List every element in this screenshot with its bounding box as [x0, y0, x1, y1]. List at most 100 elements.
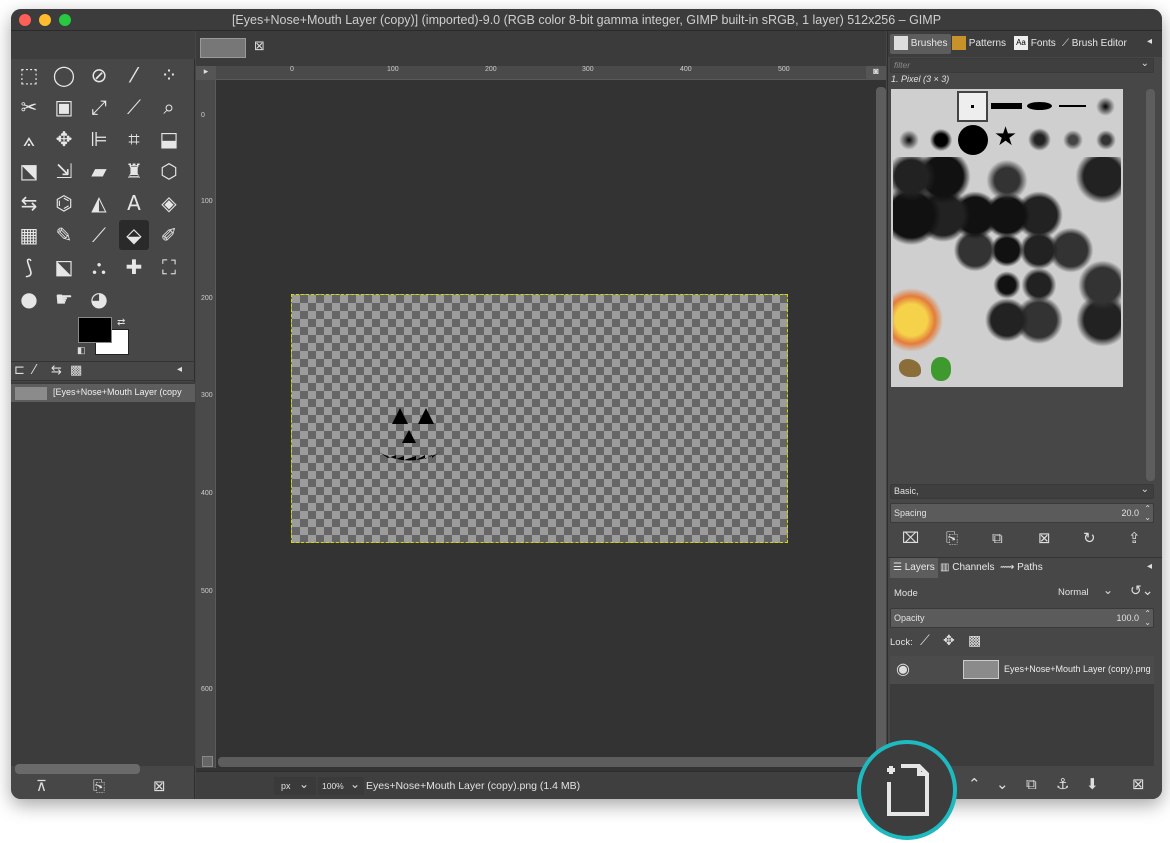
image-tab-thumbnail[interactable]	[200, 38, 246, 58]
lock-pixels-icon[interactable]: ⟋	[920, 633, 930, 649]
foreground-select-icon[interactable]: ▣	[49, 92, 79, 122]
eraser-tool-icon[interactable]: ⬙	[119, 220, 149, 250]
duplicate-layer-button[interactable]: ⧉	[1026, 775, 1037, 793]
brush-item[interactable]	[957, 124, 988, 155]
merge-layer-button[interactable]: ⬇	[1086, 775, 1099, 793]
zoom-select[interactable]: 100% ⌄	[318, 777, 364, 795]
blur-sharpen-icon[interactable]: ●	[14, 284, 44, 314]
brush-item[interactable]	[925, 124, 956, 155]
refresh-brushes-button[interactable]: ↻	[1083, 529, 1096, 547]
brush-item[interactable]	[1057, 91, 1088, 122]
delete-layer-button[interactable]: ⊠	[1132, 775, 1145, 793]
chevron-down-icon[interactable]: ⌄	[1141, 484, 1149, 495]
brush-item[interactable]	[1090, 124, 1121, 155]
layer-mode-select[interactable]: Normal ⌄	[1048, 583, 1126, 603]
brush-item[interactable]	[1024, 91, 1055, 122]
bucket-fill-icon[interactable]: ◈	[154, 188, 184, 218]
configure-tab-icon[interactable]: ◂	[177, 364, 182, 375]
unified-transform-icon[interactable]: ⬓	[154, 124, 184, 154]
mypaint-brush-icon[interactable]: ⬕	[49, 252, 79, 282]
tab-channels[interactable]: ▥ Channels	[940, 558, 995, 578]
zoom-lock-icon[interactable]: ◙	[866, 66, 886, 80]
gradient-tool-icon[interactable]: ▦	[14, 220, 44, 250]
heal-tool-icon[interactable]: ✚	[119, 252, 149, 282]
measure-icon[interactable]: ⟑	[14, 124, 44, 154]
cage-transform-icon[interactable]: ⌬	[49, 188, 79, 218]
eye-icon[interactable]: ◉	[896, 659, 910, 679]
highlighted-new-layer-button[interactable]	[857, 740, 957, 840]
duplicate-brush-button[interactable]: ⧉	[992, 529, 1003, 547]
rect-select-icon[interactable]: ⬚	[14, 60, 44, 90]
open-brush-as-image-button[interactable]: ⇪	[1128, 529, 1141, 547]
brush-item[interactable]	[991, 91, 1022, 122]
pencil-tool-icon[interactable]: ✎	[49, 220, 79, 250]
delete-image-button[interactable]: ⊠	[153, 777, 166, 795]
tab-paths[interactable]: ⟿ Paths	[1000, 558, 1043, 578]
unit-select[interactable]: px ⌄	[274, 777, 316, 795]
brush-item-gimp-mascot[interactable]	[893, 353, 924, 384]
horizontal-scrollbar[interactable]	[218, 757, 873, 767]
image-list-item[interactable]: [Eyes+Nose+Mouth Layer (copy	[11, 384, 195, 402]
align-tool-icon[interactable]: ⊫	[84, 124, 114, 154]
vertical-scrollbar[interactable]	[876, 87, 886, 757]
tab-layers[interactable]: ☰ Layers	[890, 558, 938, 578]
configure-dock-icon[interactable]: ◂	[1147, 561, 1152, 572]
brush-item[interactable]	[1090, 91, 1121, 122]
text-tool-icon[interactable]: A	[119, 188, 149, 218]
smudge-tool-icon[interactable]: ☛	[49, 284, 79, 314]
free-select-icon[interactable]: ⊘	[84, 60, 114, 90]
shear-tool-icon[interactable]: ▰	[84, 156, 114, 186]
anchor-layer-button[interactable]: ⚓	[1056, 775, 1069, 793]
fuzzy-select-icon[interactable]: ⁄	[119, 60, 149, 90]
tab-brushes[interactable]: Brushes	[890, 34, 952, 54]
paintbrush-tool-icon[interactable]: ⟋	[84, 220, 114, 250]
brush-item-pepper[interactable]	[925, 353, 956, 384]
spacing-slider[interactable]: Spacing 20.0 ⌃ ⌄	[890, 503, 1154, 523]
flip-tool-icon[interactable]: ⇆	[14, 188, 44, 218]
spin-arrows-icon[interactable]: ⌃ ⌄	[1144, 609, 1151, 627]
default-colors-icon[interactable]: ◧	[77, 345, 86, 356]
mode-switch-icon[interactable]: ↺⌄	[1130, 583, 1153, 599]
rotate-tool-icon[interactable]: ⬔	[14, 156, 44, 186]
tab-patterns[interactable]: Patterns	[952, 34, 1006, 54]
perspective-clone-icon[interactable]: ⛶	[154, 252, 184, 282]
brush-item[interactable]	[893, 124, 924, 155]
move-tool-icon[interactable]: ✥	[49, 124, 79, 154]
tool-options-tab-icon[interactable]: ⊏	[14, 363, 25, 378]
ruler-corner[interactable]: ▸	[196, 66, 216, 80]
quick-mask-toggle[interactable]	[202, 756, 213, 767]
airbrush-tool-icon[interactable]: ✐	[154, 220, 184, 250]
lower-layer-button[interactable]: ⌄	[996, 775, 1009, 793]
brush-item[interactable]: ★	[990, 120, 1021, 151]
zoom-tool-icon[interactable]: ⌕	[154, 92, 184, 122]
select-by-color-icon[interactable]: ⁘	[154, 60, 184, 90]
paths-tool-icon[interactable]: ⤢	[84, 92, 114, 122]
crop-tool-icon[interactable]: ⌗	[119, 124, 149, 154]
image-canvas[interactable]	[291, 294, 788, 543]
delete-brush-button[interactable]: ⊠	[1038, 529, 1051, 547]
dodge-burn-icon[interactable]: ◕	[84, 284, 114, 314]
foreground-color-swatch[interactable]	[78, 317, 112, 343]
undo-history-tab-icon[interactable]: ⇆	[51, 363, 62, 378]
raise-layer-button[interactable]: ⌃	[968, 775, 981, 793]
scissors-icon[interactable]: ✂	[14, 92, 44, 122]
lock-alpha-icon[interactable]: ▩	[968, 633, 981, 649]
scale-tool-icon[interactable]: ⇲	[49, 156, 79, 186]
layer-row[interactable]: ◉ Eyes+Nose+Mouth Layer (copy).png	[890, 656, 1154, 684]
clone-tool-icon[interactable]: ⛬	[84, 252, 114, 282]
device-status-tab-icon[interactable]: ⁄	[33, 363, 35, 378]
brush-preset-select[interactable]: Basic, ⌄	[890, 484, 1154, 499]
left-scrollbar[interactable]	[15, 764, 140, 774]
configure-dock-icon[interactable]: ◂	[1147, 36, 1152, 47]
tab-fonts[interactable]: Aa Fonts	[1014, 34, 1056, 54]
ellipse-select-icon[interactable]: ◯	[49, 60, 79, 90]
edit-brush-button[interactable]: ⌧	[902, 529, 919, 547]
tab-brush-editor[interactable]: ⟋ Brush Editor	[1062, 34, 1127, 54]
raise-image-button[interactable]: ⊼	[36, 777, 47, 795]
new-view-button[interactable]: ⎘	[93, 777, 105, 795]
opacity-slider[interactable]: Opacity 100.0 ⌃ ⌄	[890, 608, 1154, 628]
lock-position-icon[interactable]: ✥	[943, 633, 955, 649]
warp-tool-icon[interactable]: ♜	[119, 156, 149, 186]
ink-tool-icon[interactable]: ⟆	[14, 252, 44, 282]
warp-transform-icon[interactable]: ◭	[84, 188, 114, 218]
